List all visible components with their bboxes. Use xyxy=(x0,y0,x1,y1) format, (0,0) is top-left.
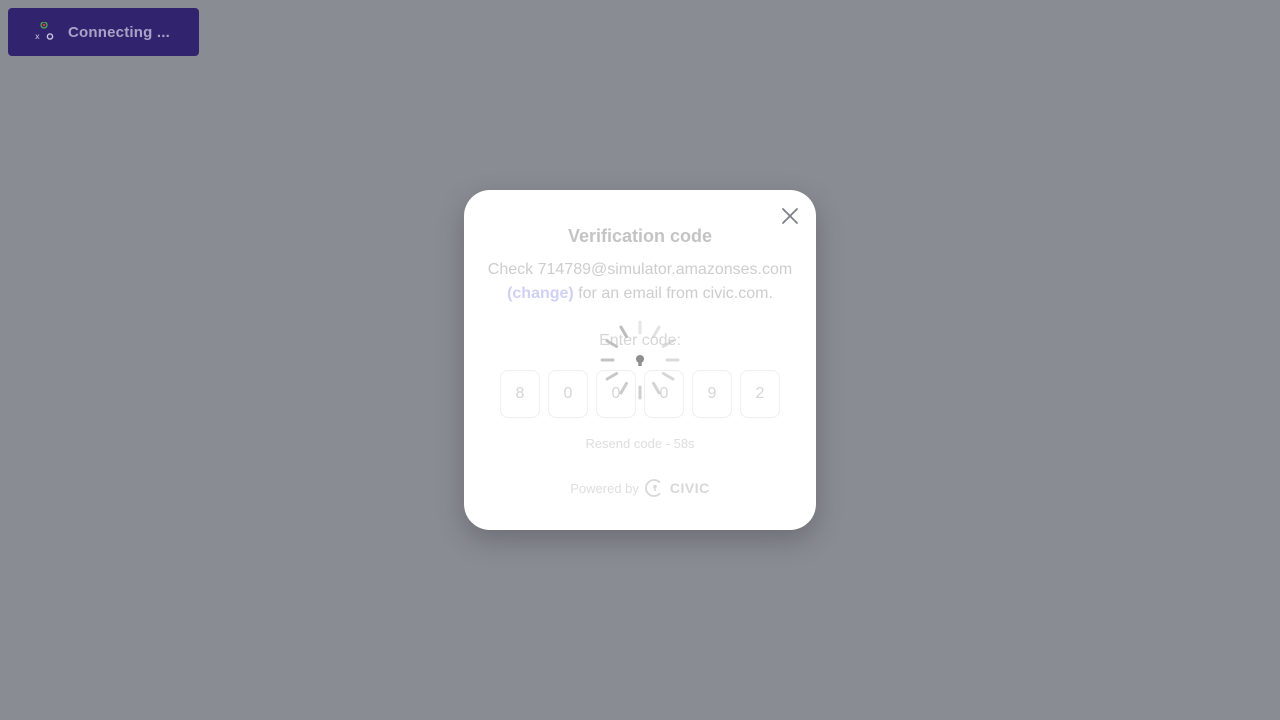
spinner-tick xyxy=(652,325,661,339)
verification-modal: Verification code Check 714789@simulator… xyxy=(464,190,816,530)
modal-description: Check 714789@simulator.amazonses.com (ch… xyxy=(474,258,806,306)
civic-brand-name: CIVIC xyxy=(669,480,710,496)
connect-button-label: Connecting ... xyxy=(68,23,170,41)
spinner-tick xyxy=(619,381,628,395)
resend-code-text: Resend code - 58s xyxy=(585,436,695,451)
change-email-link[interactable]: (change) xyxy=(507,285,574,302)
close-icon[interactable] xyxy=(780,206,800,226)
code-digit-input[interactable]: 9 xyxy=(692,370,732,418)
description-email-text: Check 714789@simulator.amazonses.com xyxy=(487,261,793,278)
civic-logo: CIVIC xyxy=(645,478,710,498)
code-digit-input[interactable]: 8 xyxy=(500,370,540,418)
spinner-tick xyxy=(661,339,675,348)
powered-by-label: Powered by xyxy=(570,480,639,496)
svg-text:x: x xyxy=(35,32,40,41)
keyhole-stem xyxy=(638,360,642,366)
modal-title: Verification code xyxy=(567,226,713,246)
code-digit-input[interactable]: 2 xyxy=(740,370,780,418)
wallet-cluster-icon: x xyxy=(35,22,54,41)
spinner-tick xyxy=(605,339,619,348)
powered-by: Powered by CIVIC xyxy=(464,478,816,498)
spinner-tick xyxy=(652,381,661,395)
spinner-tick xyxy=(661,372,675,381)
loading-spinner-icon xyxy=(600,320,680,400)
description-suffix-text: for an email from civic.com. xyxy=(573,285,773,302)
civic-lock-icon xyxy=(645,479,661,497)
code-digit-input[interactable]: 0 xyxy=(548,370,588,418)
spinner-tick xyxy=(605,372,619,381)
connect-wallet-button[interactable]: x Connecting ... xyxy=(8,8,199,56)
spinner-tick xyxy=(619,325,628,339)
